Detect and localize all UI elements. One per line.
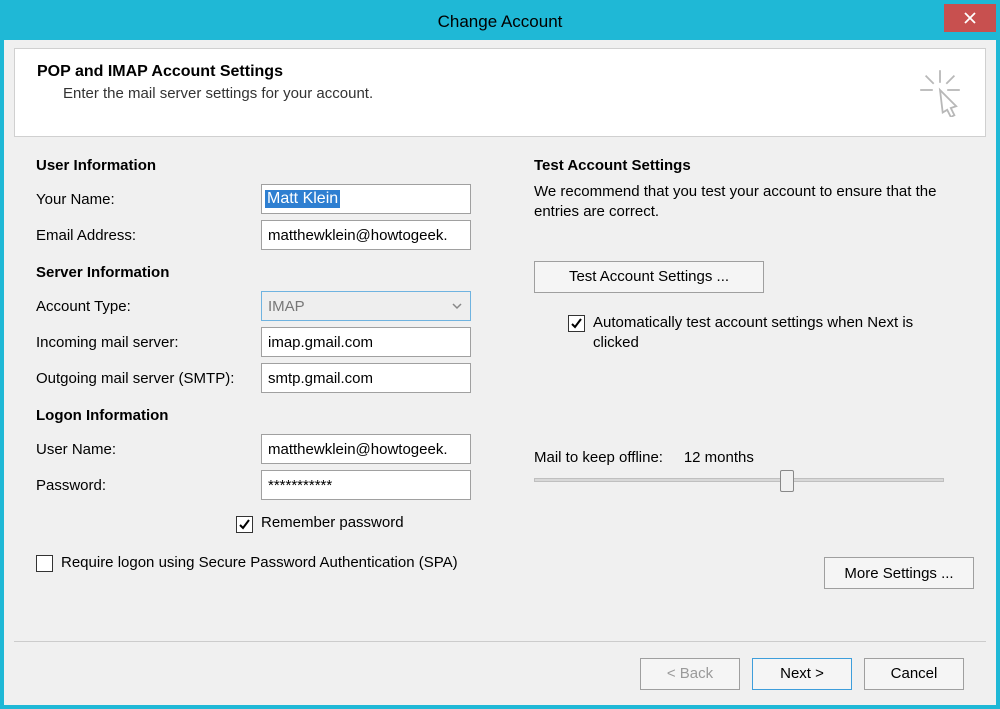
header-text: POP and IMAP Account Settings Enter the …	[37, 63, 373, 102]
incoming-label: Incoming mail server:	[36, 334, 261, 351]
spa-row: Require logon using Secure Password Auth…	[36, 553, 476, 573]
email-row: Email Address:	[36, 218, 496, 252]
your-name-label: Your Name:	[36, 191, 261, 208]
close-button[interactable]	[944, 4, 996, 32]
next-button[interactable]: Next >	[752, 658, 852, 690]
outgoing-server-field[interactable]	[261, 363, 471, 393]
header-panel: POP and IMAP Account Settings Enter the …	[14, 48, 986, 137]
your-name-value: Matt Klein	[265, 190, 340, 208]
mail-offline-row: Mail to keep offline: 12 months	[534, 449, 974, 466]
body-panel: User Information Your Name: Matt Klein E…	[14, 137, 986, 705]
spa-checkbox[interactable]	[36, 555, 53, 572]
footer: < Back Next > Cancel	[14, 641, 986, 705]
account-type-value: IMAP	[268, 298, 305, 315]
account-type-row: Account Type: IMAP	[36, 289, 496, 323]
titlebar: Change Account	[4, 4, 996, 40]
cancel-button[interactable]: Cancel	[864, 658, 964, 690]
back-button[interactable]: < Back	[640, 658, 740, 690]
account-type-label: Account Type:	[36, 298, 261, 315]
username-label: User Name:	[36, 441, 261, 458]
email-label: Email Address:	[36, 227, 261, 244]
change-account-window: Change Account POP and IMAP Account Sett…	[0, 0, 1000, 709]
cancel-label: Cancel	[891, 665, 938, 682]
auto-test-row: Automatically test account settings when…	[568, 313, 958, 354]
your-name-field[interactable]: Matt Klein	[261, 184, 471, 214]
test-settings-desc: We recommend that you test your account …	[534, 182, 974, 223]
outgoing-row: Outgoing mail server (SMTP):	[36, 361, 496, 395]
test-button-label: Test Account Settings ...	[569, 268, 729, 285]
mail-offline-label: Mail to keep offline:	[534, 449, 663, 466]
header-title: POP and IMAP Account Settings	[37, 63, 373, 81]
password-row: Password:	[36, 468, 496, 502]
check-icon	[238, 518, 251, 531]
remember-password-label: Remember password	[261, 514, 404, 531]
spa-label: Require logon using Secure Password Auth…	[61, 553, 458, 573]
your-name-row: Your Name: Matt Klein	[36, 182, 496, 216]
account-type-select[interactable]: IMAP	[261, 291, 471, 321]
cursor-icon	[913, 63, 967, 122]
more-settings-label: More Settings ...	[844, 565, 953, 582]
incoming-server-field[interactable]	[261, 327, 471, 357]
next-label: Next >	[780, 665, 824, 682]
password-label: Password:	[36, 477, 261, 494]
close-icon	[964, 12, 976, 24]
remember-password-checkbox[interactable]	[236, 516, 253, 533]
logon-info-heading: Logon Information	[36, 407, 496, 424]
right-column: Test Account Settings We recommend that …	[534, 157, 974, 482]
test-account-settings-button[interactable]: Test Account Settings ...	[534, 261, 764, 293]
slider-thumb[interactable]	[780, 470, 794, 492]
auto-test-checkbox[interactable]	[568, 315, 585, 332]
server-info-heading: Server Information	[36, 264, 496, 281]
user-info-heading: User Information	[36, 157, 496, 174]
back-label: < Back	[667, 665, 713, 682]
header-subtitle: Enter the mail server settings for your …	[63, 85, 373, 102]
email-field[interactable]	[261, 220, 471, 250]
mail-offline-value: 12 months	[684, 449, 754, 466]
username-row: User Name:	[36, 432, 496, 466]
more-settings-button[interactable]: More Settings ...	[824, 557, 974, 589]
check-icon	[570, 317, 583, 330]
left-column: User Information Your Name: Matt Klein E…	[36, 157, 496, 573]
password-field[interactable]	[261, 470, 471, 500]
outgoing-label: Outgoing mail server (SMTP):	[36, 370, 261, 387]
username-field[interactable]	[261, 434, 471, 464]
test-settings-heading: Test Account Settings	[534, 157, 974, 174]
auto-test-label: Automatically test account settings when…	[593, 313, 958, 354]
chevron-down-icon	[448, 297, 466, 315]
remember-password-row: Remember password	[236, 514, 496, 533]
mail-offline-slider[interactable]	[534, 478, 944, 482]
incoming-row: Incoming mail server:	[36, 325, 496, 359]
window-title: Change Account	[438, 12, 563, 32]
